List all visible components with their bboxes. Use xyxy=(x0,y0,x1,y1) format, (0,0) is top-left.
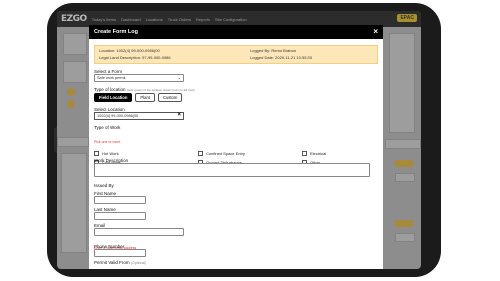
checkbox-icon xyxy=(198,151,203,156)
nav-item-site-configuration[interactable]: Site Configuration xyxy=(215,17,247,22)
checkbox-confined-space-entry[interactable]: Confined Space Entry xyxy=(198,151,245,156)
permit-valid-from-label-text: Permit Valid From xyxy=(94,260,130,265)
modal-title: Create Form Log xyxy=(94,29,139,35)
checkbox-label: Electrical xyxy=(310,151,327,156)
modal-header: Create Form Log × xyxy=(89,25,383,39)
nav-item-truck-orders[interactable]: Truck Orders xyxy=(168,17,191,22)
form-select-value: Safe work permit xyxy=(97,76,126,80)
checkbox-icon xyxy=(302,151,307,156)
nav-item-dashboard[interactable]: Dashboard xyxy=(121,17,141,22)
app-badge[interactable]: EPAC xyxy=(397,14,417,22)
location-type-toggle: Field Location Plant Custom xyxy=(94,93,378,102)
location-input[interactable]: 1002(4) 99-000-0986(00 × xyxy=(94,112,184,120)
last-name-input[interactable] xyxy=(94,212,146,220)
bg-panel-header xyxy=(57,137,89,147)
checkbox-hot-work[interactable]: Hot Work xyxy=(94,151,119,156)
chevron-down-icon: ⌄ xyxy=(177,75,181,80)
location-type-field-location[interactable]: Field Location xyxy=(94,93,133,102)
checkbox-icon xyxy=(94,151,99,156)
location-type-hint: (pick custom if the location doesn't exi… xyxy=(126,88,195,92)
first-name-input[interactable] xyxy=(94,196,146,204)
logged-date-value: 2020-11-21 10:55:33 xyxy=(275,55,313,60)
create-form-log-modal: Create Form Log × Location: 1002(4) 99-0… xyxy=(89,25,383,269)
location-type-plant[interactable]: Plant xyxy=(135,93,155,102)
app-logo: EZGO xyxy=(61,14,87,24)
location-type-label-text: Type of location xyxy=(94,87,126,92)
bg-panel xyxy=(389,33,415,133)
email-field[interactable] xyxy=(94,228,184,236)
bg-button xyxy=(395,160,413,167)
type-of-work-hint: Pick one or more xyxy=(94,140,121,144)
bg-panel xyxy=(61,153,87,253)
logged-date-label: Logged Date: xyxy=(250,55,275,60)
legal-land-value: 97-99-000-0986 xyxy=(142,55,171,60)
legal-land-label: Legal Land Description: xyxy=(99,55,142,60)
permit-valid-from-label: Permit Valid From (Optional) xyxy=(94,260,214,265)
bg-panel xyxy=(63,61,87,83)
checkbox-electrical[interactable]: Electrical xyxy=(302,151,326,156)
bg-status-dot xyxy=(67,100,75,108)
nav-item-reports[interactable]: Reports xyxy=(196,17,210,22)
tablet-screen: EZGO Today's Items Dashboard Locations T… xyxy=(57,11,421,269)
nav-item-locations[interactable]: Locations xyxy=(146,17,163,22)
bg-search xyxy=(395,233,415,242)
bg-status-dot xyxy=(67,88,75,96)
bg-panel-header xyxy=(385,139,421,149)
location-input-value: 1002(4) 99-000-0986(00 xyxy=(97,114,139,118)
location-type-custom[interactable]: Custom xyxy=(157,93,183,102)
tablet-frame: EZGO Today's Items Dashboard Locations T… xyxy=(47,3,441,277)
phone-input[interactable] xyxy=(94,249,146,257)
bg-search xyxy=(395,173,415,182)
location-label: Location: xyxy=(99,48,116,53)
type-of-work-label: Type of Work xyxy=(94,125,121,130)
bg-button xyxy=(395,220,413,227)
nav-item-todays-items[interactable]: Today's Items xyxy=(92,17,116,22)
close-icon[interactable]: × xyxy=(373,28,378,36)
bg-panel xyxy=(63,33,87,55)
work-description-textarea[interactable] xyxy=(94,163,370,177)
issued-by-label: Issued By xyxy=(94,183,114,188)
checkbox-label: Confined Space Entry xyxy=(206,151,245,156)
clear-icon[interactable]: × xyxy=(177,112,181,118)
logged-by-label: Logged By: xyxy=(250,48,271,53)
location-type-label: Type of location (pick custom if the loc… xyxy=(94,87,378,92)
permit-valid-from-optional: (Optional) xyxy=(130,261,147,265)
logged-by-value: Remo Brabon xyxy=(271,48,297,53)
location-value: 1002(4) 99-000-0986(00 xyxy=(116,48,160,53)
location-info-banner: Location: 1002(4) 99-000-0986(00 Legal L… xyxy=(94,45,378,64)
form-select[interactable]: Safe work permit ⌄ xyxy=(94,74,184,82)
checkbox-label: Hot Work xyxy=(102,151,119,156)
